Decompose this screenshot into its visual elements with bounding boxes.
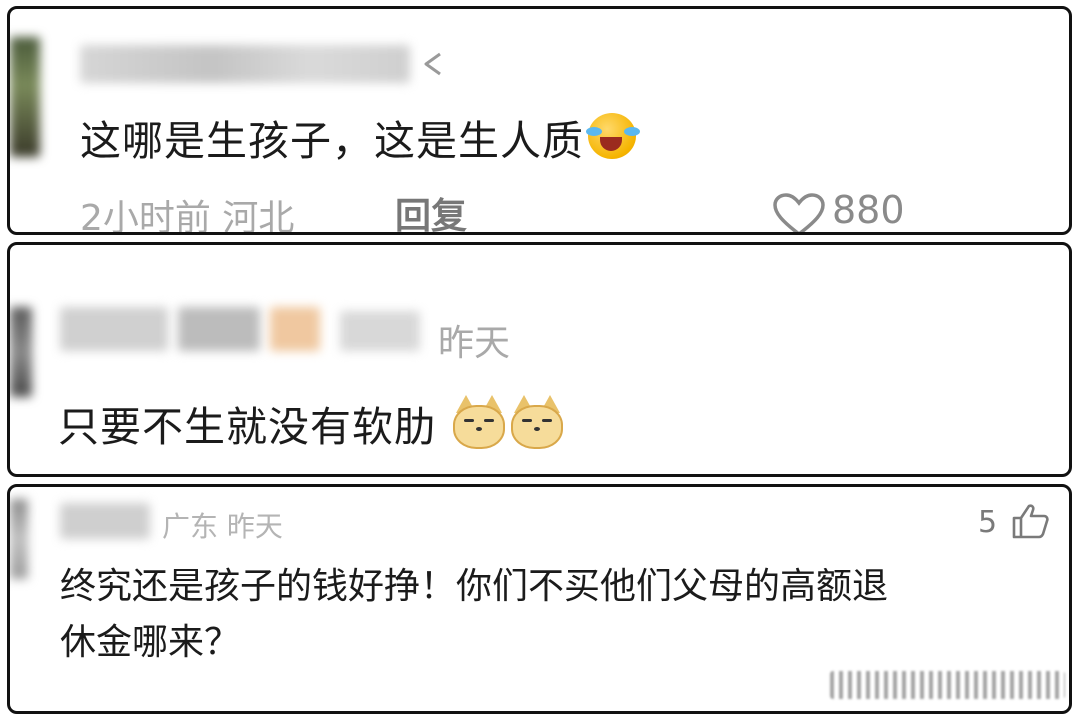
- comment-meta: 2小时前 河北: [80, 189, 295, 235]
- comment-text: 只要不生就没有软肋: [58, 393, 566, 453]
- avatar[interactable]: [10, 499, 28, 579]
- comment-text: 这哪是生孩子，这是生人质: [80, 107, 640, 167]
- comment-meta: 广东 昨天: [162, 505, 283, 545]
- username-blurred: [340, 311, 420, 351]
- comment-card: 这哪是生孩子，这是生人质 2小时前 河北 回复 880: [7, 6, 1072, 235]
- like-count: 5: [978, 505, 998, 540]
- comment-text: 终究还是孩子的钱好挣！你们不买他们父母的高额退 休金哪来？: [60, 559, 888, 671]
- crying-laughing-emoji: [586, 111, 640, 161]
- comment-text-line: 终究还是孩子的钱好挣！你们不买他们父母的高额退: [60, 566, 889, 607]
- comment-text-content: 这哪是生孩子，这是生人质: [80, 117, 584, 165]
- location: 广东: [162, 510, 219, 543]
- thumbs-up-icon[interactable]: [1010, 501, 1050, 541]
- reply-button[interactable]: 回复: [395, 187, 467, 232]
- comment-card: 广东 昨天 5 终究还是孩子的钱好挣！你们不买他们父母的高额退 休金哪来？: [7, 484, 1072, 714]
- cat-face-emoji: [450, 393, 508, 451]
- username-blurred: [178, 307, 260, 351]
- comment-card: 昨天 只要不生就没有软肋: [7, 242, 1072, 477]
- like-count: 880: [832, 188, 905, 232]
- avatar[interactable]: [10, 307, 32, 397]
- cat-face-emoji: [508, 393, 566, 451]
- watermark: [830, 671, 1065, 699]
- comment-text-content: 只要不生就没有软肋: [58, 403, 436, 451]
- timestamp: 2小时前: [80, 198, 211, 235]
- heart-icon[interactable]: [772, 193, 826, 235]
- voice-icon: [424, 52, 441, 76]
- avatar[interactable]: [10, 37, 40, 157]
- username-blurred[interactable]: [60, 307, 168, 351]
- timestamp: 昨天: [226, 510, 283, 543]
- user-badge: [270, 307, 320, 351]
- comment-text-line: 休金哪来？: [60, 622, 241, 663]
- username-blurred[interactable]: [80, 45, 410, 83]
- timestamp: 昨天: [438, 323, 511, 364]
- username-blurred[interactable]: [60, 503, 150, 539]
- location: 河北: [222, 198, 295, 235]
